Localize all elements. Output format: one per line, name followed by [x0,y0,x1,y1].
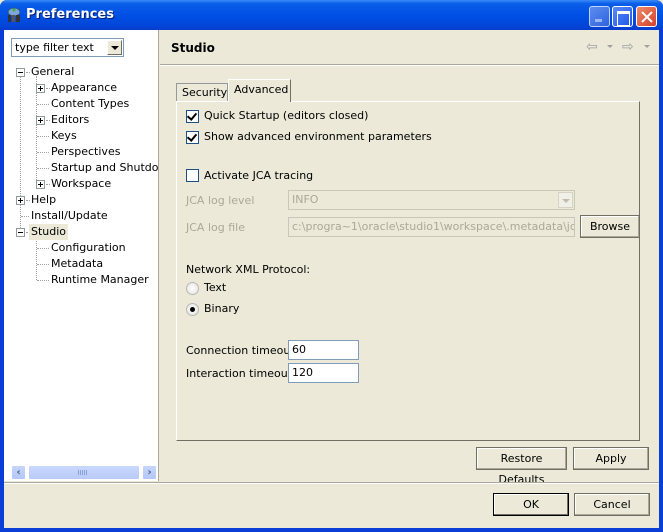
back-history-dropdown-icon[interactable] [607,45,613,48]
jca-log-level-label: JCA log level [186,194,255,207]
tree-item-label: Perspectives [51,145,121,158]
tree-item-label: Content Types [51,97,130,110]
scroll-left-button[interactable]: ‹ [11,465,26,480]
connection-timeout-input[interactable]: 60 [288,340,359,360]
tree-item-content-types[interactable]: Content Types [4,96,159,112]
expand-icon[interactable] [16,196,25,205]
forward-arrow-icon[interactable]: ⇨ [622,39,634,55]
close-button[interactable] [636,6,657,27]
filter-combo[interactable]: type filter text [11,38,124,57]
jca-log-level-value: INFO [292,193,319,206]
tree-item-help[interactable]: Help [4,192,159,208]
tree-item-studio[interactable]: Studio [4,224,159,240]
browse-button[interactable]: Browse [580,215,640,238]
title-separator [160,64,659,66]
tree-connector [37,136,49,137]
tree-item-appearance[interactable]: Appearance [4,80,159,96]
protocol-binary-label[interactable]: Binary [204,302,239,315]
tree-connector [37,152,49,153]
tree-item-startup-and-shutdown[interactable]: Startup and Shutdown [4,160,159,176]
preference-tree-pane: type filter text General Appearance Cont… [4,30,159,481]
advanced-tab-panel: Quick Startup (editors closed) Show adva… [176,101,640,441]
expand-icon[interactable] [36,180,45,189]
jca-log-file-label: JCA log file [186,221,245,234]
tree-item-label: Appearance [51,81,118,94]
footer-separator [4,482,659,484]
tree-connector [37,168,49,169]
tree-item-label: Workspace [51,177,112,190]
tree-item-runtime-manager[interactable]: Runtime Manager [4,272,159,288]
tab-security[interactable]: Security [176,83,228,101]
filter-input[interactable]: type filter text [15,41,94,54]
scrollbar-thumb[interactable] [28,465,140,480]
chevron-down-icon[interactable] [558,192,573,208]
tree-item-label: Configuration [51,241,126,254]
protocol-label: Network XML Protocol: [186,263,311,276]
preferences-app-icon [7,7,21,22]
back-arrow-icon[interactable]: ⇦ [586,39,598,55]
interaction-timeout-input[interactable]: 120 [288,363,359,383]
tree-connector [37,248,49,249]
apply-button[interactable]: Apply [573,447,649,470]
interaction-timeout-label: Interaction timeout: [186,367,296,380]
window-title: Preferences [26,7,114,22]
tree-connector [37,264,49,265]
maximize-button[interactable] [612,6,633,27]
jca-log-level-select[interactable]: INFO [288,190,575,210]
scroll-right-button[interactable]: › [142,465,157,480]
tree-item-label: Metadata [51,257,104,270]
ok-button[interactable]: OK [493,493,569,516]
tree-item-workspace[interactable]: Workspace [4,176,159,192]
show-advanced-checkbox[interactable] [186,131,199,144]
tree-item-label: Keys [51,129,77,142]
expand-icon[interactable] [36,84,45,93]
filter-dropdown-button[interactable] [107,40,122,55]
protocol-text-label[interactable]: Text [204,281,226,294]
page-navigation: ⇦ ⇨ [586,39,656,55]
title-bar[interactable]: Preferences [0,0,663,30]
tree-connector [37,280,49,281]
tree-item-label: Startup and Shutdown [51,161,159,174]
horizontal-scrollbar[interactable]: ‹ › [11,465,157,480]
activate-jca-label[interactable]: Activate JCA tracing [204,169,313,182]
connection-timeout-label: Connection timeout: [186,344,299,357]
collapse-icon[interactable] [16,68,25,77]
jca-log-file-input[interactable]: c:\progra~1\oracle\studio1\workspace\.me… [288,217,575,237]
forward-history-dropdown-icon[interactable] [644,45,650,48]
tree-item-keys[interactable]: Keys [4,128,159,144]
tree-connector [21,216,29,217]
tree-item-metadata[interactable]: Metadata [4,256,159,272]
protocol-text-radio[interactable] [186,282,199,295]
tree-item-perspectives[interactable]: Perspectives [4,144,159,160]
collapse-icon[interactable] [16,228,25,237]
cancel-button[interactable]: Cancel [574,493,650,516]
dialog-body: type filter text General Appearance Cont… [4,30,659,528]
tree-item-label: Runtime Manager [51,273,149,286]
minimize-button[interactable] [589,6,610,27]
tree-item-label: General [31,65,75,78]
tree-item-editors[interactable]: Editors [4,112,159,128]
page-title: Studio [171,41,215,55]
tree-item-general[interactable]: General [4,64,159,80]
restore-defaults-button[interactable]: Restore Defaults [476,447,567,486]
tree-item-label-selected: Studio [29,224,69,240]
tree-item-configuration[interactable]: Configuration [4,240,159,256]
expand-icon[interactable] [36,116,45,125]
tab-advanced[interactable]: Advanced [228,79,291,102]
activate-jca-checkbox[interactable] [186,169,199,182]
tree-item-label: Editors [51,113,90,126]
tree-item-label: Help [31,193,57,206]
preferences-window: Preferences type filter text General App… [0,0,663,532]
show-advanced-label[interactable]: Show advanced environment parameters [204,130,432,143]
tree-connector [37,104,49,105]
quick-startup-checkbox[interactable] [186,110,199,123]
tree-item-install-update[interactable]: Install/Update [4,208,159,224]
protocol-binary-radio[interactable] [186,303,199,316]
tree-item-label: Install/Update [31,209,108,222]
quick-startup-label[interactable]: Quick Startup (editors closed) [204,109,368,122]
